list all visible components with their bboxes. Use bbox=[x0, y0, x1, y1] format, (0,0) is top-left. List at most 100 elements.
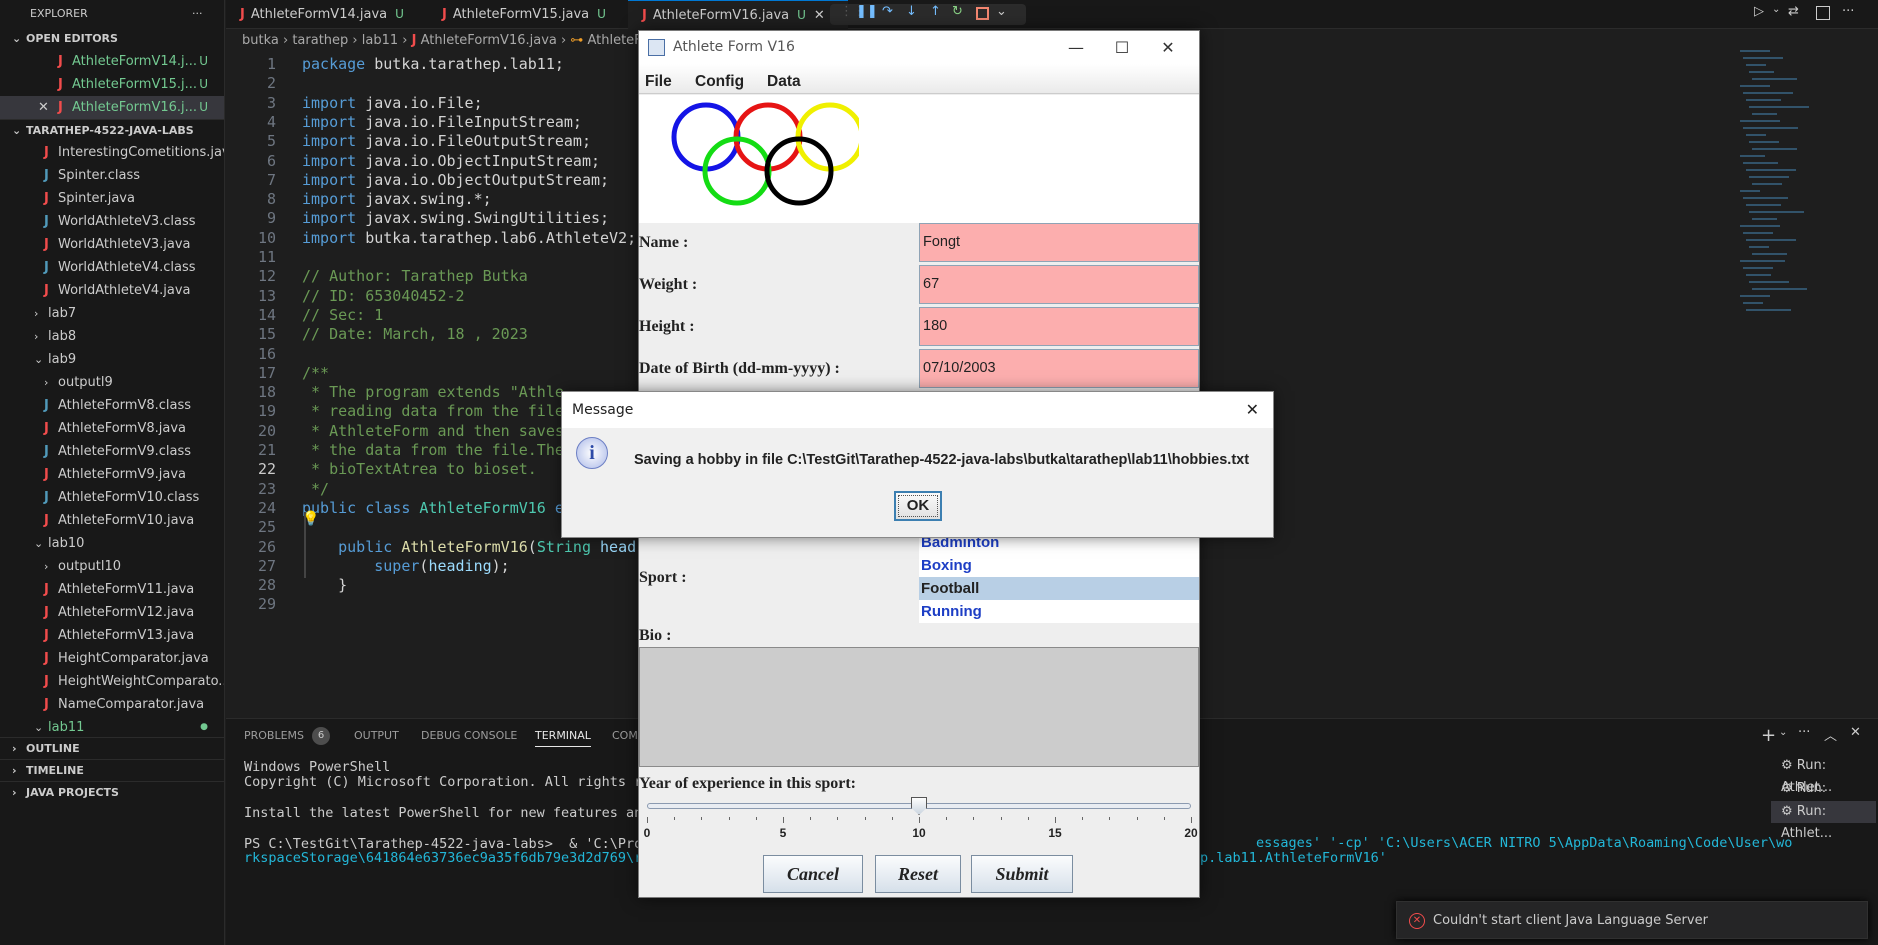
file-item[interactable]: J WorldAthleteV3.java bbox=[0, 233, 224, 256]
file-item[interactable]: J HeightWeightComparato... bbox=[0, 670, 224, 693]
file-item[interactable]: J NameComparator.java bbox=[0, 693, 224, 716]
tree-item-label: AthleteFormV9.class bbox=[58, 444, 192, 459]
terminal-instance[interactable]: ⚙ Run: Athlet... bbox=[1771, 801, 1876, 841]
open-editor-item[interactable]: ✕ J AthleteFormV16.j... U bbox=[0, 96, 224, 119]
lightbulb-icon[interactable]: 💡 bbox=[302, 511, 319, 527]
file-item[interactable]: J AthleteFormV10.class bbox=[0, 486, 224, 509]
window-titlebar[interactable]: Athlete Form V16 — ☐ ✕ bbox=[639, 31, 1199, 64]
field-input[interactable]: 07/10/2003 bbox=[919, 349, 1199, 388]
tab-terminal[interactable]: TERMINAL bbox=[535, 729, 591, 747]
breadcrumb-item[interactable]: butka bbox=[242, 33, 279, 48]
file-item[interactable]: J AthleteFormV13.java bbox=[0, 624, 224, 647]
file-item[interactable]: J InterestingCometitions.java bbox=[0, 141, 224, 164]
chevron-down-icon[interactable]: ⌄ bbox=[996, 4, 1007, 19]
more-actions-icon[interactable]: ··· bbox=[1842, 4, 1854, 19]
cancel-button[interactable]: Cancel bbox=[763, 855, 863, 893]
tab-debug-console[interactable]: DEBUG CONSOLE bbox=[421, 729, 517, 742]
tab-athleteformv14[interactable]: J AthleteFormV14.java U bbox=[226, 0, 422, 29]
project-section[interactable]: ⌄ TARATHEP-4522-JAVA-LABS bbox=[0, 119, 224, 141]
file-item[interactable]: J AthleteFormV9.class bbox=[0, 440, 224, 463]
java-projects-section[interactable]: › JAVA PROJECTS bbox=[0, 781, 224, 803]
file-item[interactable]: J AthleteFormV9.java bbox=[0, 463, 224, 486]
close-tab-icon[interactable]: ✕ bbox=[814, 8, 825, 23]
close-icon[interactable]: ✕ bbox=[1145, 31, 1191, 64]
more-actions-icon[interactable]: ··· bbox=[1798, 725, 1810, 740]
slider-thumb[interactable] bbox=[911, 797, 927, 815]
stop-icon[interactable] bbox=[976, 7, 989, 20]
file-item[interactable]: J WorldAthleteV4.class bbox=[0, 256, 224, 279]
run-icon[interactable]: ▷ bbox=[1754, 4, 1764, 19]
file-item[interactable]: J AthleteFormV11.java bbox=[0, 578, 224, 601]
sport-label: Sport : bbox=[639, 569, 687, 586]
file-item[interactable]: J WorldAthleteV4.java bbox=[0, 279, 224, 302]
file-item[interactable]: J AthleteFormV10.java bbox=[0, 509, 224, 532]
maximize-panel-icon[interactable]: ︿ bbox=[1824, 725, 1837, 744]
file-item[interactable]: J AthleteFormV8.java bbox=[0, 417, 224, 440]
step-over-icon[interactable]: ↷ bbox=[882, 4, 893, 19]
outline-section[interactable]: › OUTLINE bbox=[0, 737, 224, 759]
terminal-instance[interactable]: ⚙ Run: Athlet... bbox=[1771, 778, 1876, 818]
tab-comments[interactable]: COM bbox=[612, 729, 638, 742]
breadcrumb-item[interactable]: AthleteF bbox=[587, 33, 641, 48]
close-icon[interactable]: ✕ bbox=[38, 96, 49, 119]
menu-config[interactable]: Config bbox=[695, 73, 744, 91]
field-input[interactable]: 67 bbox=[919, 265, 1199, 304]
bio-textarea[interactable] bbox=[639, 647, 1199, 767]
compare-icon[interactable]: ⇄ bbox=[1788, 4, 1799, 19]
maximize-icon[interactable]: ☐ bbox=[1099, 31, 1145, 64]
chevron-down-icon[interactable]: ⌄ bbox=[1779, 727, 1787, 738]
open-editors-section[interactable]: ⌄ OPEN EDITORS bbox=[0, 28, 224, 50]
open-editor-item[interactable]: J AthleteFormV15.j... U bbox=[0, 73, 224, 96]
chevron-down-icon[interactable]: ⌄ bbox=[1772, 4, 1780, 15]
tab-athleteformv16[interactable]: J AthleteFormV16.java U ✕ bbox=[628, 0, 848, 29]
sport-option[interactable]: Boxing bbox=[919, 554, 1199, 577]
ok-button[interactable]: OK bbox=[894, 491, 942, 521]
folder-item[interactable]: › lab7 bbox=[0, 302, 224, 325]
folder-item[interactable]: ⌄ lab9 bbox=[0, 348, 224, 371]
submit-button[interactable]: Submit bbox=[971, 855, 1073, 893]
file-item[interactable]: J AthleteFormV8.class bbox=[0, 394, 224, 417]
folder-item[interactable]: › outputl10 bbox=[0, 555, 224, 578]
notification-toast[interactable]: ✕ Couldn't start client Java Language Ser… bbox=[1396, 901, 1868, 939]
pause-icon[interactable]: ❚❚ bbox=[856, 4, 878, 19]
folder-item[interactable]: › lab8 bbox=[0, 325, 224, 348]
file-item[interactable]: J WorldAthleteV3.class bbox=[0, 210, 224, 233]
minimize-icon[interactable]: — bbox=[1053, 31, 1099, 64]
split-editor-icon[interactable] bbox=[1816, 6, 1830, 20]
menu-data[interactable]: Data bbox=[767, 73, 801, 91]
tab-athleteformv15[interactable]: J AthleteFormV15.java U bbox=[428, 0, 624, 29]
close-panel-icon[interactable]: ✕ bbox=[1850, 725, 1861, 740]
file-item[interactable]: J HeightComparator.java bbox=[0, 647, 224, 670]
folder-item[interactable]: ⌄ lab10 bbox=[0, 532, 224, 555]
reset-button[interactable]: Reset bbox=[875, 855, 961, 893]
terminal-instance[interactable]: ⚙ Run: Athlet... bbox=[1771, 755, 1876, 795]
step-out-icon[interactable]: ↑ bbox=[930, 4, 941, 19]
java-file-icon: J bbox=[44, 651, 49, 666]
field-input[interactable]: 180 bbox=[919, 307, 1199, 346]
breadcrumb-item[interactable]: lab11 bbox=[362, 33, 398, 48]
restart-icon[interactable]: ↻ bbox=[952, 4, 963, 19]
file-item[interactable]: J Spinter.class bbox=[0, 164, 224, 187]
menu-file[interactable]: File bbox=[645, 73, 672, 91]
field-input[interactable]: Fongt bbox=[919, 223, 1199, 262]
open-editor-item[interactable]: J AthleteFormV14.j... U bbox=[0, 50, 224, 73]
breadcrumb-item[interactable]: tarathep bbox=[292, 33, 348, 48]
tab-output[interactable]: OUTPUT bbox=[354, 729, 399, 742]
step-into-icon[interactable]: ↓ bbox=[906, 4, 917, 19]
minimap[interactable] bbox=[1740, 50, 1860, 340]
breadcrumb-item[interactable]: AthleteFormV16.java bbox=[421, 33, 557, 48]
sport-option[interactable]: Running bbox=[919, 600, 1199, 623]
code-line[interactable]: 29 bbox=[226, 593, 302, 616]
dialog-titlebar[interactable]: Message ✕ bbox=[562, 392, 1273, 428]
tab-problems[interactable]: PROBLEMS bbox=[244, 729, 304, 742]
folder-item[interactable]: ⌄ lab11 ● bbox=[0, 716, 224, 737]
file-item[interactable]: J Spinter.java bbox=[0, 187, 224, 210]
new-terminal-icon[interactable]: + bbox=[1761, 725, 1776, 746]
file-item[interactable]: J AthleteFormV12.java bbox=[0, 601, 224, 624]
timeline-title: TIMELINE bbox=[26, 764, 84, 777]
more-actions-icon[interactable]: ··· bbox=[192, 0, 203, 28]
close-icon[interactable]: ✕ bbox=[1246, 392, 1259, 428]
folder-item[interactable]: › outputl9 bbox=[0, 371, 224, 394]
timeline-section[interactable]: › TIMELINE bbox=[0, 759, 224, 781]
sport-option[interactable]: Football bbox=[919, 577, 1199, 600]
